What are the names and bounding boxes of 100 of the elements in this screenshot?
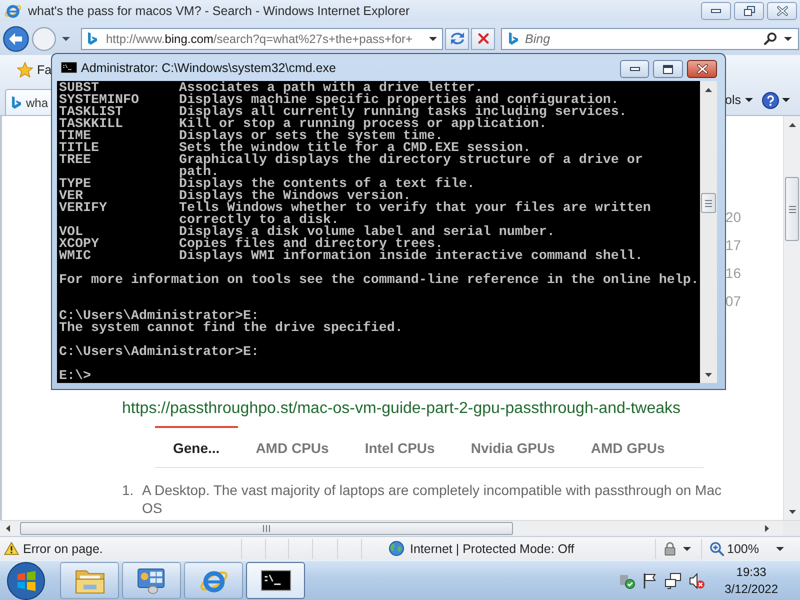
command-name: XCOPY — [59, 239, 100, 251]
status-text: Error on page. — [23, 542, 103, 556]
network-icon[interactable] — [664, 572, 681, 588]
caret-icon — [62, 36, 70, 40]
tools-button[interactable]: ols — [723, 89, 755, 111]
refresh-button[interactable] — [445, 28, 469, 50]
list-text: A Desktop. The vast majority of laptops are completely incompatible with passthrough on Mac OS — [142, 481, 722, 517]
scrollbar[interactable] — [700, 81, 717, 383]
star-icon — [17, 62, 33, 78]
padlock-icon — [663, 541, 677, 556]
close-icon — [776, 6, 788, 16]
flag-icon[interactable] — [642, 572, 657, 588]
command-name: SYSTEMINFO — [59, 95, 140, 107]
scroll-thumb[interactable] — [701, 193, 716, 213]
minimize-icon — [711, 9, 721, 13]
close-icon — [696, 64, 708, 74]
address-field[interactable]: http://www.bing.com/search?q=what%27s+the+pass+for+ — [81, 28, 443, 50]
caret-icon[interactable] — [429, 36, 437, 40]
grip-icon — [788, 206, 796, 212]
monitor-icon — [136, 568, 166, 594]
bing-icon — [12, 96, 21, 109]
clock-time[interactable]: 19:33 — [736, 564, 766, 580]
command-name: VERIFY — [59, 203, 108, 215]
help-button[interactable] — [762, 89, 790, 111]
folder-icon — [74, 568, 104, 594]
zoom-in-icon — [710, 542, 724, 556]
scroll-right-icon[interactable] — [765, 525, 769, 532]
globe-icon — [389, 541, 404, 556]
refresh-icon — [450, 32, 464, 45]
side-text: 16 — [725, 264, 741, 283]
command-description: Displays WMI information inside interactive command shell. — [179, 251, 644, 263]
check-badge-icon[interactable] — [618, 572, 635, 588]
scrollbar[interactable] — [783, 116, 800, 520]
circle-icon — [32, 26, 56, 50]
back-button[interactable] — [3, 26, 29, 52]
stop-button[interactable] — [471, 28, 495, 50]
window-title: what's the pass for macos VM? - Search - Windows Internet Explorer — [28, 4, 410, 18]
minimize-button[interactable] — [620, 60, 649, 78]
list-number: 1. — [122, 481, 135, 500]
grip-icon — [263, 525, 270, 532]
caret-icon — [782, 98, 790, 102]
console-line: For more information on tools see the command-line reference in the online help. — [59, 275, 700, 287]
minimize-button[interactable] — [701, 2, 731, 20]
scroll-left-icon[interactable] — [6, 525, 10, 532]
favorites-button[interactable]: Fa — [17, 58, 51, 82]
taskbar-button[interactable] — [246, 562, 305, 599]
warning-icon[interactable] — [4, 542, 19, 555]
restore-icon — [744, 6, 754, 16]
result-tab[interactable]: Gene... — [155, 426, 238, 467]
command-name: TASKLIST — [59, 107, 124, 119]
console-line: E:\> — [59, 371, 92, 383]
scroll-down-icon[interactable] — [788, 510, 796, 514]
bing-icon — [88, 32, 97, 45]
result-tab[interactable]: Intel CPUs — [346, 426, 453, 467]
browser-icon — [4, 2, 22, 20]
close-button[interactable] — [767, 2, 797, 20]
grip-icon — [705, 200, 712, 206]
scrollbar[interactable] — [0, 520, 783, 536]
command-name: TITLE — [59, 143, 100, 155]
command-name: TREE — [59, 155, 92, 167]
command-description: Displays all currently running tasks including services. — [179, 107, 628, 119]
start-button[interactable] — [5, 561, 46, 600]
side-text: 07 — [725, 292, 741, 311]
restore-button[interactable] — [734, 2, 764, 20]
console-line: The system cannot find the drive specified. — [59, 323, 404, 335]
search-icon[interactable] — [764, 32, 777, 45]
minimize-icon — [630, 67, 640, 71]
search-field[interactable]: Bing — [501, 28, 799, 50]
scrollbar-corner — [783, 520, 800, 536]
clock-date[interactable]: 3/12/2022 — [724, 580, 778, 598]
scroll-thumb[interactable] — [20, 522, 513, 535]
scroll-thumb[interactable] — [785, 177, 799, 241]
scroll-down-icon[interactable] — [705, 372, 712, 376]
terminal-icon — [61, 62, 77, 73]
speaker-muted-icon[interactable] — [688, 572, 705, 588]
help-icon — [762, 92, 779, 108]
result-url[interactable]: https://passthroughpo.st/mac-os-vm-guide-part-2-gpu-passthrough-and-tweaks — [122, 398, 680, 420]
search-input[interactable]: Bing — [525, 30, 757, 48]
scroll-up-icon[interactable] — [788, 122, 796, 126]
maximize-button[interactable] — [653, 60, 683, 78]
result-tab[interactable]: Nvidia GPUs — [452, 426, 573, 467]
side-text: 20 — [725, 208, 741, 227]
caret-icon — [776, 546, 784, 550]
scroll-up-icon[interactable] — [705, 88, 712, 92]
result-tab[interactable]: AMD GPUs — [572, 426, 683, 467]
caret-icon[interactable] — [784, 36, 792, 40]
security-button[interactable] — [663, 540, 691, 558]
command-name: TIME — [59, 131, 91, 143]
close-button[interactable] — [687, 60, 717, 78]
orb-icon — [6, 562, 44, 600]
maximize-icon — [663, 64, 673, 74]
zoom-button[interactable]: 100% — [710, 540, 784, 558]
command-name: VOL — [59, 227, 83, 239]
side-text: 17 — [725, 236, 741, 255]
taskbar-button[interactable] — [122, 562, 181, 599]
browser-tab[interactable]: wha — [5, 89, 51, 115]
command-name: TYPE — [59, 179, 92, 191]
command-name: SUBST — [59, 83, 99, 95]
result-tab[interactable]: AMD CPUs — [238, 426, 347, 467]
zone-text: Internet | Protected Mode: Off — [410, 542, 574, 556]
